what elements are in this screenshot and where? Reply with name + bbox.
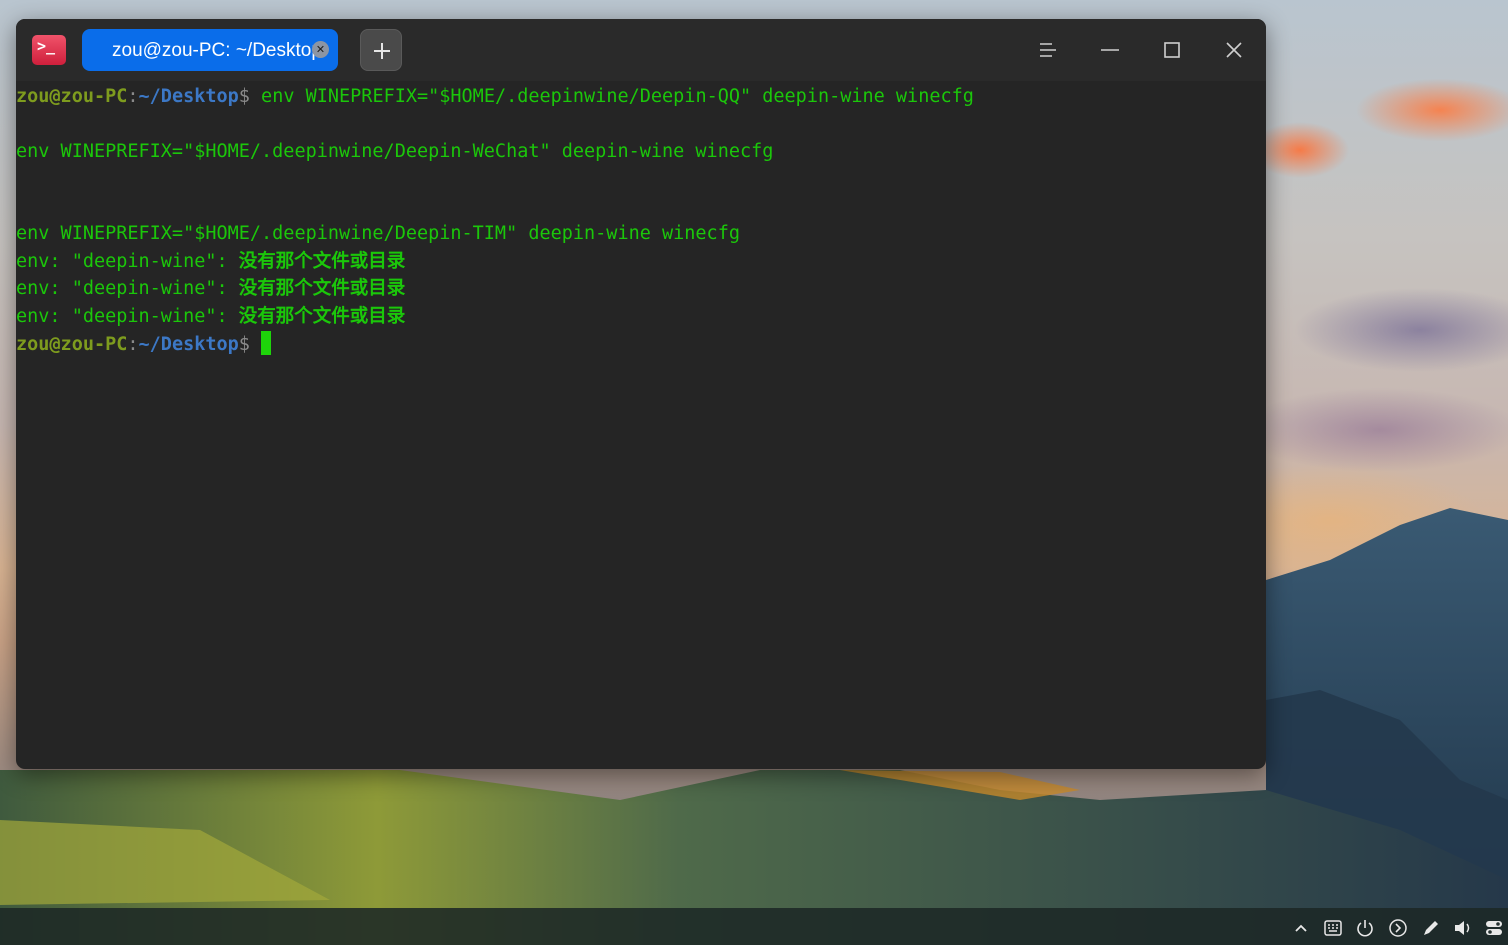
error-message: 没有那个文件或目录 [238,251,406,272]
plus-icon [374,43,390,59]
error-prefix: env: "deepin-wine": [16,251,239,272]
command-text: env WINEPREFIX="$HOME/.deepinwine/Deepin… [249,86,974,107]
error-message: 没有那个文件或目录 [238,278,406,299]
close-icon [1226,42,1242,58]
new-tab-button[interactable] [360,29,402,71]
terminal-line: zou@zou-PC:~/Desktop$ env WINEPREFIX="$H… [16,84,974,110]
error-line: env: "deepin-wine": 没有那个文件或目录 [16,304,405,330]
volume-icon[interactable] [1453,918,1473,938]
prompt-user-host: zou@zou-PC [16,86,128,107]
menu-icon [1040,43,1056,57]
error-prefix: env: "deepin-wine": [16,306,239,327]
terminal-icon[interactable]: >_ [32,35,66,65]
menu-button[interactable] [1038,40,1058,60]
terminal-line: env WINEPREFIX="$HOME/.deepinwine/Deepin… [16,141,774,162]
toggle-icon[interactable] [1484,918,1504,938]
prompt-user-host: zou@zou-PC [16,334,128,355]
error-prefix: env: "deepin-wine": [16,278,239,299]
prompt-colon: : [127,334,139,355]
error-line: env: "deepin-wine": 没有那个文件或目录 [16,249,405,275]
prompt-path: ~/Desktop [138,334,239,355]
error-message: 没有那个文件或目录 [238,306,406,327]
terminal-window: >_ zou@zou-PC: ~/Desktop ✕ zou@zou-PC:~/… [16,19,1266,769]
keyboard-icon[interactable] [1323,918,1343,938]
arrow-circle-icon[interactable] [1388,918,1408,938]
taskbar [0,908,1508,945]
prompt-path: ~/Desktop [138,86,239,107]
terminal-line: zou@zou-PC:~/Desktop$ [16,331,271,357]
terminal-line: env WINEPREFIX="$HOME/.deepinwine/Deepin… [16,223,740,244]
close-icon[interactable]: ✕ [312,41,329,58]
title-bar[interactable]: >_ zou@zou-PC: ~/Desktop ✕ [16,19,1266,81]
pen-icon[interactable] [1421,918,1441,938]
prompt-dollar: $ [238,86,250,107]
minimize-button[interactable] [1100,40,1120,60]
minimize-icon [1101,49,1119,51]
chevron-up-icon[interactable] [1291,918,1311,938]
terminal-output[interactable]: zou@zou-PC:~/Desktop$ env WINEPREFIX="$H… [16,81,1266,769]
close-window-button[interactable] [1224,40,1244,60]
maximize-icon [1164,42,1180,58]
prompt-colon: : [127,86,139,107]
text-cursor [260,331,271,355]
tab-label: zou@zou-PC: ~/Desktop [112,40,322,61]
error-line: env: "deepin-wine": 没有那个文件或目录 [16,276,405,302]
maximize-button[interactable] [1162,40,1182,60]
tab-desktop[interactable]: zou@zou-PC: ~/Desktop ✕ [82,29,338,71]
prompt-dollar: $ [238,334,250,355]
power-icon[interactable] [1355,918,1375,938]
